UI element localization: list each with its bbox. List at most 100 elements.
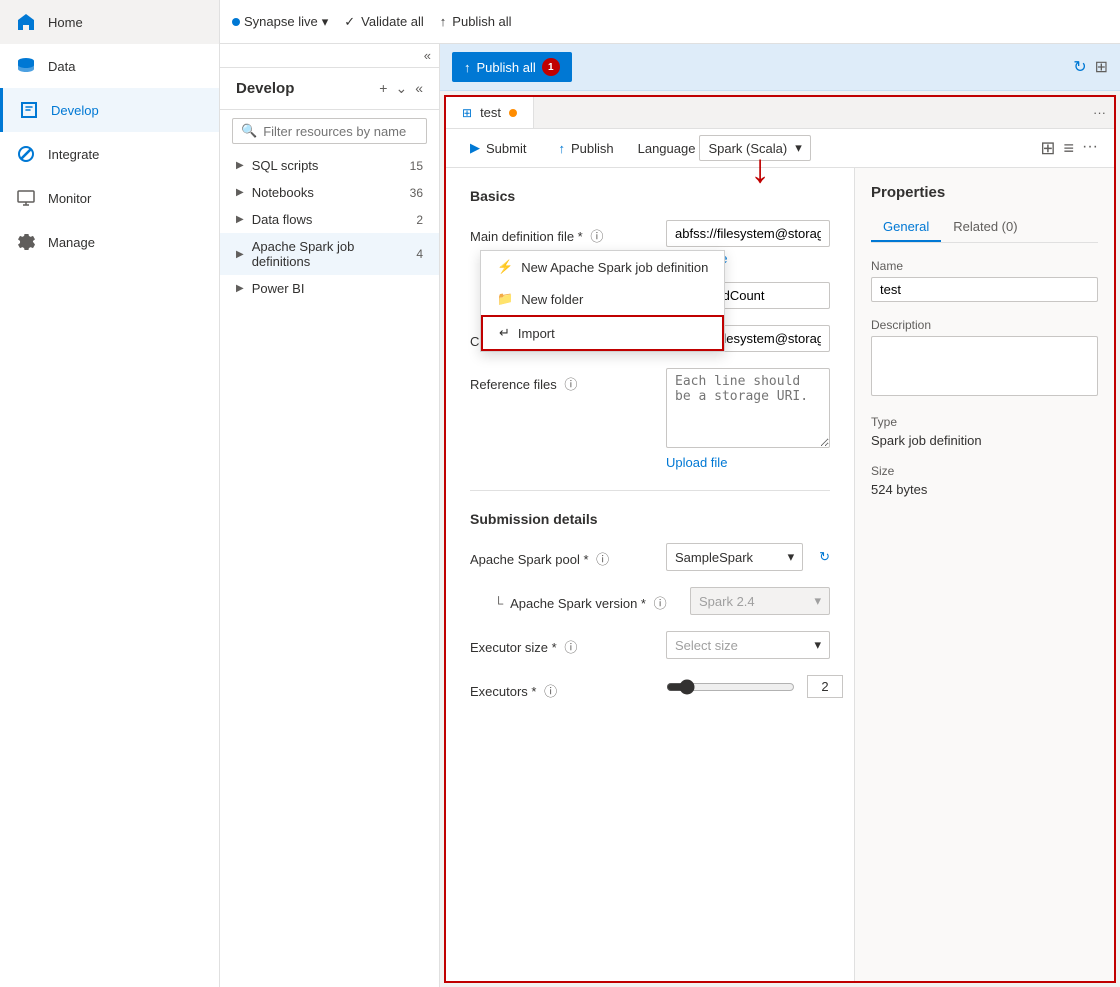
- sidebar-item-develop[interactable]: Develop: [0, 88, 219, 132]
- main-definition-label: Main definition file * ⓘ: [470, 220, 650, 245]
- spark-version-control: Spark 2.4 ▾: [690, 587, 830, 615]
- spark-pool-row: Apache Spark pool * ⓘ SampleSpark ▾ ↻: [470, 543, 830, 571]
- tree-item-dataflows[interactable]: ▶ Data flows 2: [220, 206, 439, 233]
- spark-version-label: └ Apache Spark version * ⓘ: [494, 587, 674, 612]
- synapse-live-label: Synapse live: [244, 14, 318, 29]
- tree-item-notebooks[interactable]: ▶ Notebooks 36: [220, 179, 439, 206]
- info-icon-1: ⓘ: [590, 229, 603, 244]
- executor-size-select[interactable]: Select size ▾: [666, 631, 830, 659]
- props-tabs: General Related (0): [871, 213, 1098, 243]
- tree-count-sql: 15: [410, 159, 423, 173]
- executors-label: Executors * ⓘ: [470, 675, 650, 700]
- add-icon[interactable]: +: [379, 80, 387, 97]
- executors-row: Executors * ⓘ 2: [470, 675, 830, 700]
- spark-version-value: Spark 2.4: [699, 594, 755, 609]
- tab-related[interactable]: Related (0): [941, 213, 1029, 242]
- tree-chevron-spark: ▶: [236, 249, 244, 260]
- more-icon[interactable]: «: [415, 80, 423, 97]
- ref-files-textarea[interactable]: [666, 368, 830, 448]
- tab-bar: ⊞ test ···: [446, 97, 1114, 129]
- sidebar-item-integrate[interactable]: Integrate: [0, 132, 219, 176]
- main-definition-input[interactable]: [666, 220, 830, 247]
- spark-version-row: └ Apache Spark version * ⓘ Spark 2.4 ▾: [470, 587, 830, 615]
- publish-btn-label: Publish: [571, 141, 614, 156]
- language-value: Spark (Scala): [708, 141, 787, 156]
- sidebar-item-data[interactable]: Data: [0, 44, 219, 88]
- publish-all-topbar-btn[interactable]: ↑ Publish all: [440, 14, 512, 29]
- develop-actions: + ⌄ «: [379, 80, 423, 97]
- upload-file-link-2[interactable]: Upload file: [666, 455, 830, 470]
- info-icon-5: ⓘ: [596, 552, 609, 567]
- work-area: ⊞ test ··· ▶ Submit ↑: [444, 95, 1116, 983]
- size-value: 524 bytes: [871, 482, 1098, 497]
- language-select: Language Spark (Scala) ▾: [638, 135, 811, 161]
- develop-icon: [19, 100, 39, 120]
- spark-version-chevron: ▾: [814, 593, 821, 609]
- synapse-live[interactable]: Synapse live ▾: [232, 14, 328, 30]
- develop-label: Develop: [51, 103, 99, 118]
- publish-bar: ↑ Publish all 1 ↻ ⊞: [440, 44, 1120, 91]
- properties-panel: Properties General Related (0) Name Desc…: [854, 168, 1114, 981]
- synapse-chevron-icon: ▾: [322, 14, 329, 30]
- sidebar-item-monitor[interactable]: Monitor: [0, 176, 219, 220]
- publish-btn[interactable]: ↑ Publish: [550, 137, 621, 160]
- search-input[interactable]: [263, 124, 418, 139]
- collapse-icon[interactable]: «: [424, 48, 431, 63]
- main-area: Synapse live ▾ ✓ Validate all ↑ Publish …: [220, 0, 1120, 987]
- tree-item-sql[interactable]: ▶ SQL scripts 15: [220, 152, 439, 179]
- spark-pool-refresh-icon[interactable]: ↻: [819, 549, 830, 565]
- tree-item-spark[interactable]: ▶ Apache Spark job definitions 4: [220, 233, 439, 275]
- grid-icon[interactable]: ⊞: [1095, 57, 1108, 77]
- submit-btn[interactable]: ▶ Submit: [462, 136, 534, 160]
- search-box[interactable]: 🔍: [232, 118, 427, 144]
- submit-label: Submit: [486, 141, 526, 156]
- description-group: Description: [871, 318, 1098, 399]
- spark-pool-label: Apache Spark pool * ⓘ: [470, 543, 650, 568]
- spark-pool-select[interactable]: SampleSpark ▾: [666, 543, 803, 571]
- more-options-icon[interactable]: ···: [1082, 138, 1098, 159]
- toolbar: ▶ Submit ↑ Publish Language Spark (Scala…: [446, 129, 1114, 168]
- validate-all-btn[interactable]: ✓ Validate all: [344, 14, 424, 30]
- description-textarea[interactable]: [871, 336, 1098, 396]
- tree-count-spark: 4: [416, 247, 423, 261]
- spark-pool-chevron: ▾: [788, 549, 795, 565]
- tab-test[interactable]: ⊞ test: [446, 97, 534, 128]
- basics-title: Basics: [470, 188, 830, 204]
- spark-version-select[interactable]: Spark 2.4 ▾: [690, 587, 830, 615]
- toolbar-right: ⊞ ≡ ···: [1040, 138, 1098, 159]
- sidebar-item-home[interactable]: Home: [0, 0, 219, 44]
- integrate-icon: [16, 144, 36, 164]
- synapse-dot: [232, 18, 240, 26]
- home-label: Home: [48, 15, 83, 30]
- tree-chevron-powerbi: ▶: [236, 283, 244, 294]
- tab-more-btn[interactable]: ···: [1085, 97, 1114, 128]
- executors-slider[interactable]: [666, 679, 795, 695]
- code-icon[interactable]: ⊞: [1040, 138, 1055, 159]
- sidebar-item-manage[interactable]: Manage: [0, 220, 219, 264]
- properties-title: Properties: [871, 184, 1098, 201]
- settings-icon[interactable]: ≡: [1064, 138, 1075, 159]
- tree-label-dataflows: Data flows: [252, 212, 417, 227]
- name-input[interactable]: [871, 277, 1098, 302]
- expand-icon[interactable]: ⌄: [395, 80, 407, 97]
- tree-item-powerbi[interactable]: ▶ Power BI: [220, 275, 439, 302]
- language-chevron-icon: ▾: [795, 140, 802, 156]
- develop-header: Develop + ⌄ «: [220, 68, 439, 110]
- tree-label-notebooks: Notebooks: [252, 185, 410, 200]
- executor-size-chevron: ▾: [814, 637, 821, 653]
- tree-chevron-dataflows: ▶: [236, 214, 244, 225]
- publish-all-button[interactable]: ↑ Publish all 1: [452, 52, 572, 82]
- tab-general[interactable]: General: [871, 213, 941, 242]
- content-area: « Develop + ⌄ « 🔍 ▶ SQL scr: [220, 44, 1120, 987]
- name-group: Name: [871, 259, 1098, 302]
- validate-label: Validate all: [361, 14, 424, 29]
- develop-title: Develop: [236, 80, 294, 97]
- data-icon: [16, 56, 36, 76]
- refresh-icon[interactable]: ↻: [1073, 57, 1086, 77]
- ref-files-control: Upload file: [666, 368, 830, 470]
- monitor-label: Monitor: [48, 191, 91, 206]
- submission-title: Submission details: [470, 511, 830, 527]
- executors-control: 2: [666, 675, 843, 698]
- tab-label: test: [480, 105, 501, 120]
- size-group: Size 524 bytes: [871, 464, 1098, 497]
